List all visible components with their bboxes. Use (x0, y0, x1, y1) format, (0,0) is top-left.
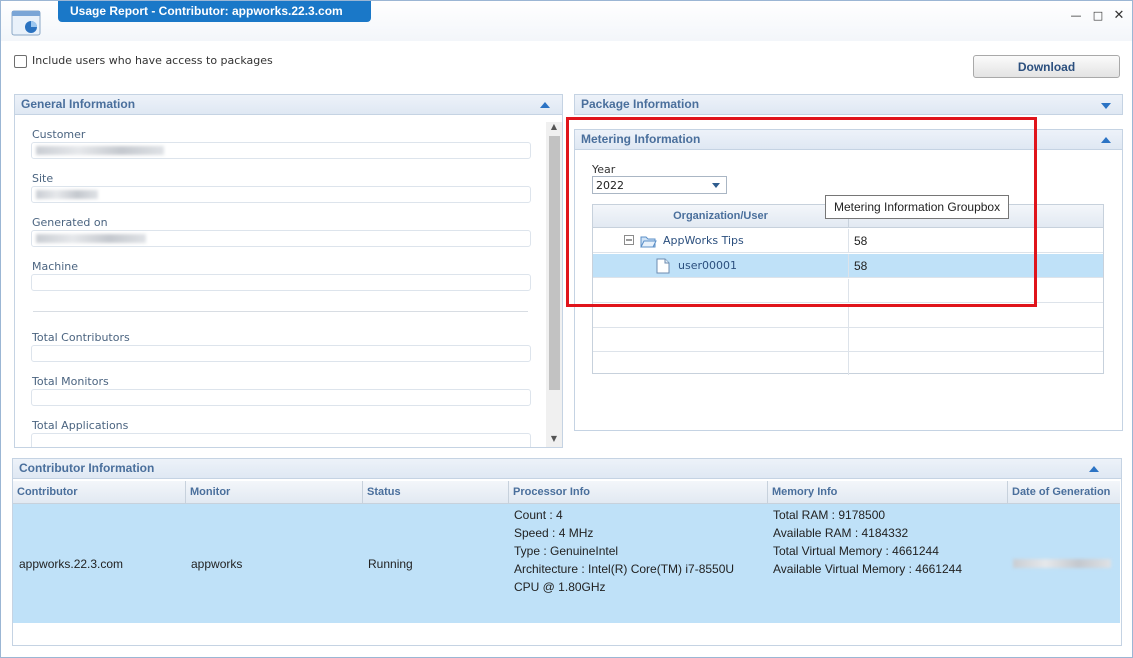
memory-info-cell: Total RAM : 9178500 Available RAM : 4184… (773, 506, 962, 578)
status-cell: Running (368, 557, 413, 571)
available-virtual-memory: Available Virtual Memory : 4661244 (773, 562, 962, 576)
usage-report-window: Usage Report - Contributor: appworks.22.… (0, 0, 1133, 658)
contributor-cell: appworks.22.3.com (19, 557, 124, 571)
column-processor-info[interactable]: Processor Info (509, 481, 768, 504)
column-status[interactable]: Status (363, 481, 509, 504)
total-contributors-field (31, 345, 531, 362)
divider (33, 311, 528, 312)
processor-speed: Speed : 4 MHz (514, 526, 594, 540)
processor-type: Type : GenuineIntel (514, 544, 619, 558)
empty-row (593, 351, 1103, 375)
site-label: Site (32, 172, 54, 185)
total-contributors-label: Total Contributors (32, 331, 130, 344)
processor-count: Count : 4 (514, 508, 563, 522)
total-monitors-field (31, 389, 531, 406)
collapse-icon[interactable] (1089, 466, 1099, 472)
general-information-title: General Information (21, 97, 136, 111)
general-information-body: Customer Site Generated on Machine Total… (15, 116, 562, 447)
customer-label: Customer (32, 128, 86, 141)
tooltip: Metering Information Groupbox (825, 195, 1009, 219)
general-information-header[interactable]: General Information (15, 95, 562, 115)
available-ram: Available RAM : 4184332 (773, 526, 909, 540)
contributor-information-group: Contributor Information Contributor Moni… (12, 458, 1122, 646)
machine-field (31, 274, 531, 291)
total-monitors-label: Total Monitors (32, 375, 109, 388)
maximize-icon[interactable]: □ (1091, 9, 1105, 23)
include-packages-checkbox[interactable] (14, 55, 27, 68)
monitor-cell: appworks (191, 557, 243, 571)
download-button[interactable]: Download (973, 55, 1120, 78)
title-bar: Usage Report - Contributor: appworks.22.… (1, 1, 1132, 41)
generated-on-label: Generated on (32, 216, 108, 229)
scroll-down-icon[interactable]: ▼ (546, 434, 562, 443)
generated-on-field (31, 230, 531, 247)
empty-row (593, 328, 1103, 352)
site-field (31, 186, 531, 203)
customer-field (31, 142, 531, 159)
table-row[interactable]: appworks.22.3.com appworks Running Count… (13, 504, 1120, 623)
total-applications-label: Total Applications (32, 419, 129, 432)
machine-label: Machine (32, 260, 79, 273)
app-icon (11, 10, 41, 36)
processor-info-cell: Count : 4 Speed : 4 MHz Type : GenuineIn… (514, 506, 734, 596)
total-applications-field (31, 433, 531, 447)
total-virtual-memory: Total Virtual Memory : 4661244 (773, 544, 939, 558)
window-title: Usage Report - Contributor: appworks.22.… (58, 1, 371, 22)
total-ram: Total RAM : 9178500 (773, 508, 886, 522)
contributor-information-header[interactable]: Contributor Information (13, 459, 1121, 479)
general-scrollbar[interactable]: ▲ ▼ (546, 122, 562, 447)
scroll-up-icon[interactable]: ▲ (546, 122, 562, 131)
minimize-icon[interactable]: — (1069, 9, 1083, 23)
general-information-group: General Information Customer Site Genera… (14, 94, 563, 448)
collapse-icon[interactable] (540, 102, 550, 108)
processor-architecture: Architecture : Intel(R) Core(TM) i7-8550… (514, 562, 735, 576)
date-of-generation-cell (1013, 559, 1113, 569)
package-information-title: Package Information (581, 97, 700, 111)
collapse-icon[interactable] (1101, 137, 1111, 143)
column-monitor[interactable]: Monitor (186, 481, 363, 504)
empty-row (593, 304, 1103, 328)
contributor-information-title: Contributor Information (19, 461, 155, 475)
column-date-of-generation[interactable]: Date of Generation (1008, 481, 1120, 504)
include-packages-label: Include users who have access to package… (32, 54, 273, 67)
processor-cpu: CPU @ 1.80GHz (514, 580, 606, 594)
column-memory-info[interactable]: Memory Info (768, 481, 1008, 504)
close-icon[interactable]: ✕ (1112, 9, 1126, 23)
package-information-header[interactable]: Package Information (575, 95, 1122, 115)
package-information-group: Package Information (574, 94, 1123, 115)
expand-icon[interactable] (1101, 103, 1111, 109)
column-contributor[interactable]: Contributor (13, 481, 186, 504)
scroll-thumb[interactable] (549, 136, 560, 390)
